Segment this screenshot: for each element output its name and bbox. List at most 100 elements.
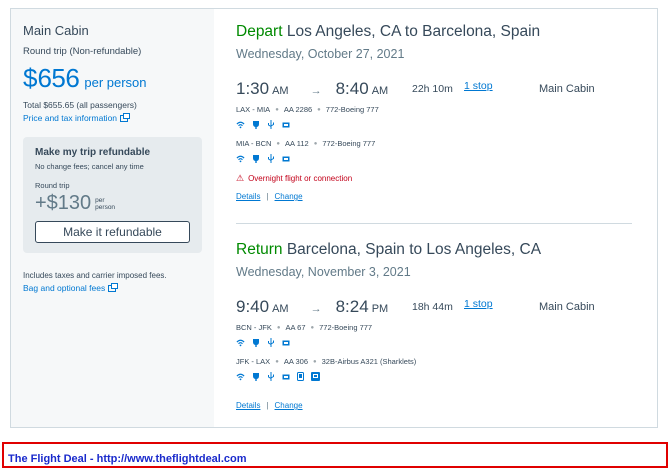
return-route: Barcelona, Spain to Los Angeles, CA — [286, 241, 542, 258]
segment-flight: AA 112 — [285, 139, 309, 148]
refundable-upsell: Make my trip refundable No change fees; … — [23, 137, 202, 253]
segment-flight: AA 67 — [285, 323, 306, 332]
entertainment-icon — [281, 338, 290, 347]
depart-section: Depart Los Angeles, CA to Barcelona, Spa… — [236, 23, 636, 201]
power-icon — [251, 372, 260, 381]
usb-icon — [266, 120, 275, 129]
depart-departure-ampm: AM — [272, 85, 289, 97]
return-heading: Return Barcelona, Spain to Los Angeles, … — [236, 241, 636, 259]
depart-change-link[interactable]: Change — [275, 192, 303, 201]
return-duration: 18h 44m — [412, 301, 453, 313]
bag-fees-link[interactable]: Bag and optional fees — [23, 282, 202, 293]
return-change-link[interactable]: Change — [275, 401, 303, 410]
dot-separator: ● — [310, 324, 315, 331]
price-tax-link-label: Price and tax information — [23, 113, 118, 123]
segment-row: JFK - LAX ● AA 306 ● 32B-Airbus A321 (Sh… — [236, 357, 636, 366]
price-per-person: $ 656 per person — [23, 63, 202, 94]
wifi-icon — [236, 338, 245, 347]
arrow-right-icon: → — [310, 303, 322, 315]
return-details-link[interactable]: Details — [236, 401, 260, 410]
refundable-price: +$130 — [35, 192, 92, 214]
refundable-subtitle: No change fees; cancel any time — [35, 162, 144, 171]
usb-icon — [266, 338, 275, 347]
wifi-icon — [236, 372, 245, 381]
amenities — [236, 372, 636, 381]
wifi-icon — [236, 120, 245, 129]
return-section: Return Barcelona, Spain to Los Angeles, … — [236, 241, 636, 410]
depart-arrival-ampm: AM — [371, 85, 389, 97]
depart-route: Los Angeles, CA to Barcelona, Spain — [286, 23, 541, 40]
amenities — [236, 154, 636, 163]
depart-verb: Depart — [236, 23, 283, 40]
segment-aircraft: 32B-Airbus A321 (Sharklets) — [321, 357, 417, 366]
dot-separator: ● — [275, 106, 279, 113]
depart-cabin: Main Cabin — [539, 83, 595, 95]
cabin-title: Main Cabin — [23, 23, 89, 38]
dot-separator: ● — [317, 106, 321, 113]
segment-aircraft: 772-Boeing 777 — [322, 139, 376, 148]
return-arrival-time: 8:24 — [335, 297, 369, 316]
in-seat-screen-icon — [311, 372, 320, 381]
refundable-person: person — [95, 203, 116, 211]
entertainment-icon — [281, 120, 290, 129]
wifi-icon — [236, 154, 245, 163]
refundable-title: Make my trip refundable — [35, 147, 151, 158]
entertainment-icon — [281, 372, 290, 381]
section-divider — [236, 223, 632, 224]
device-entertainment-icon — [296, 372, 305, 381]
depart-details-link[interactable]: Details — [236, 192, 260, 201]
depart-date: Wednesday, October 27, 2021 — [236, 47, 405, 61]
return-departure-time: 9:40 — [236, 297, 270, 316]
refundable-round-trip: Round trip — [35, 181, 70, 190]
amenities — [236, 120, 636, 129]
dot-separator: ● — [313, 140, 318, 147]
depart-duration: 22h 10m — [412, 83, 453, 95]
usb-icon — [266, 372, 275, 381]
depart-times: 1:30 AM → 8:40 AM 22h 10m 1 stop Main Ca… — [236, 79, 636, 99]
return-times: 9:40 AM → 8:24 PM 18h 44m 1 stop Main Ca… — [236, 297, 636, 317]
segment-aircraft: 772-Boeing 777 — [319, 323, 373, 332]
dot-separator: ● — [276, 324, 281, 331]
segment-aircraft: 772-Boeing 777 — [325, 105, 379, 114]
depart-stops-link[interactable]: 1 stop — [464, 80, 493, 92]
refundable-price-line: +$130 per person — [35, 192, 190, 215]
dot-separator: ● — [275, 358, 279, 365]
return-cabin: Main Cabin — [539, 301, 595, 313]
return-departure-ampm: AM — [272, 303, 289, 315]
external-link-icon — [108, 282, 119, 292]
segment-row: LAX - MIA ● AA 2286 ● 772-Boeing 777 — [236, 105, 636, 114]
dot-separator: ● — [313, 358, 317, 365]
make-refundable-button[interactable]: Make it refundable — [35, 221, 190, 243]
price-tax-link[interactable]: Price and tax information — [23, 112, 202, 123]
dot-separator: ● — [276, 140, 281, 147]
segment-flight: AA 306 — [283, 357, 309, 366]
itinerary-panel: Main Cabin Round trip (Non-refundable) $… — [10, 8, 658, 428]
return-actions: Details | Change — [236, 401, 636, 410]
total-price: Total $655.65 (all passengers) — [23, 100, 137, 110]
depart-arrival-time: 8:40 — [335, 79, 369, 98]
segment-route: JFK - LAX — [236, 357, 271, 366]
warning-text: Overnight flight or connection — [248, 174, 353, 183]
price-summary: Main Cabin Round trip (Non-refundable) $… — [11, 9, 214, 427]
entertainment-icon — [281, 154, 290, 163]
segment-route: LAX - MIA — [236, 105, 271, 114]
segment-row: MIA - BCN ● AA 112 ● 772-Boeing 777 — [236, 139, 636, 148]
power-icon — [251, 154, 260, 163]
amenities — [236, 338, 636, 347]
link-separator: | — [266, 192, 269, 201]
bag-fees-link-label: Bag and optional fees — [23, 283, 106, 293]
refundable-per: per — [95, 196, 105, 204]
usb-icon — [266, 154, 275, 163]
return-date: Wednesday, November 3, 2021 — [236, 265, 411, 279]
warning-icon: ⚠ — [236, 173, 245, 183]
power-icon — [251, 120, 260, 129]
overnight-warning: ⚠ Overnight flight or connection — [236, 173, 636, 184]
source-banner: The Flight Deal - http://www.theflightde… — [2, 442, 668, 468]
return-arrival-ampm: PM — [371, 303, 389, 315]
includes-taxes-note: Includes taxes and carrier imposed fees. — [23, 271, 167, 280]
external-link-icon — [120, 112, 131, 122]
return-verb: Return — [236, 241, 283, 258]
price-amount: 656 — [37, 63, 80, 93]
segment-flight: AA 2286 — [283, 105, 313, 114]
return-stops-link[interactable]: 1 stop — [464, 298, 493, 310]
